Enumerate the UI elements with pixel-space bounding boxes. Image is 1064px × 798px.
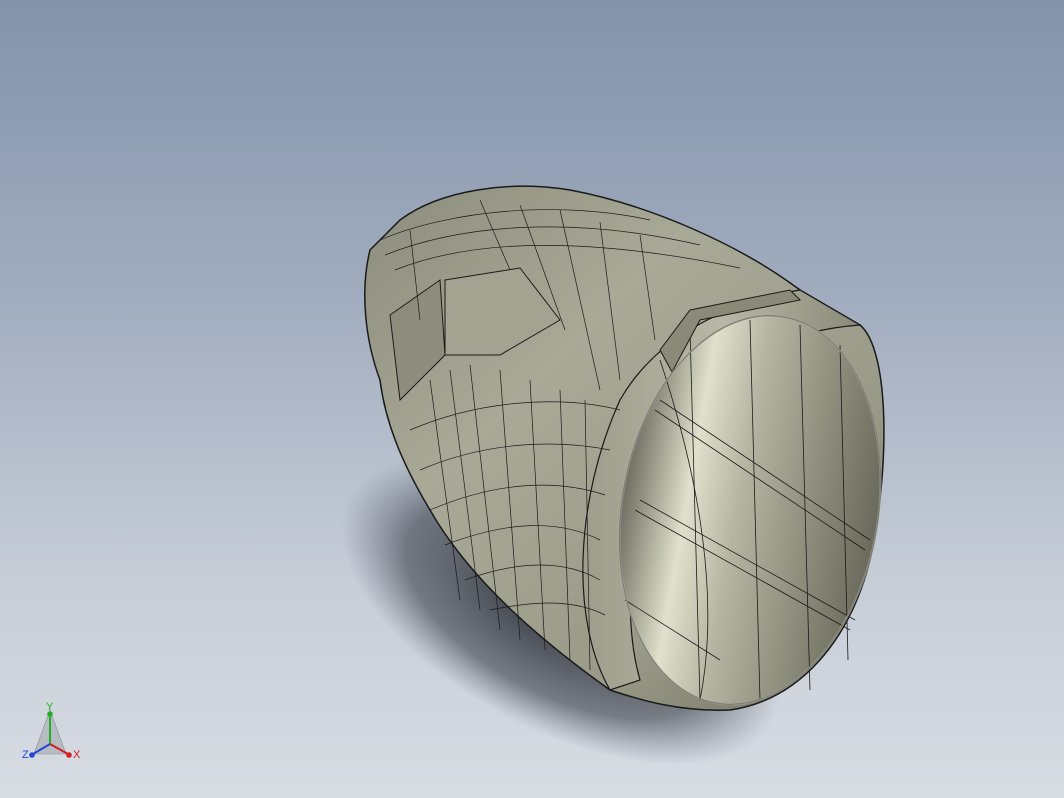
- x-axis-label: X: [73, 749, 81, 761]
- x-axis-tip: [66, 752, 72, 758]
- z-axis-tip: [29, 752, 35, 758]
- 3d-model-view[interactable]: [0, 0, 1064, 798]
- y-axis-label: Y: [46, 701, 54, 713]
- z-axis-label: Z: [22, 749, 29, 761]
- graphics-viewport[interactable]: Y X Z: [0, 0, 1064, 798]
- view-orientation-triad[interactable]: Y X Z: [20, 701, 88, 768]
